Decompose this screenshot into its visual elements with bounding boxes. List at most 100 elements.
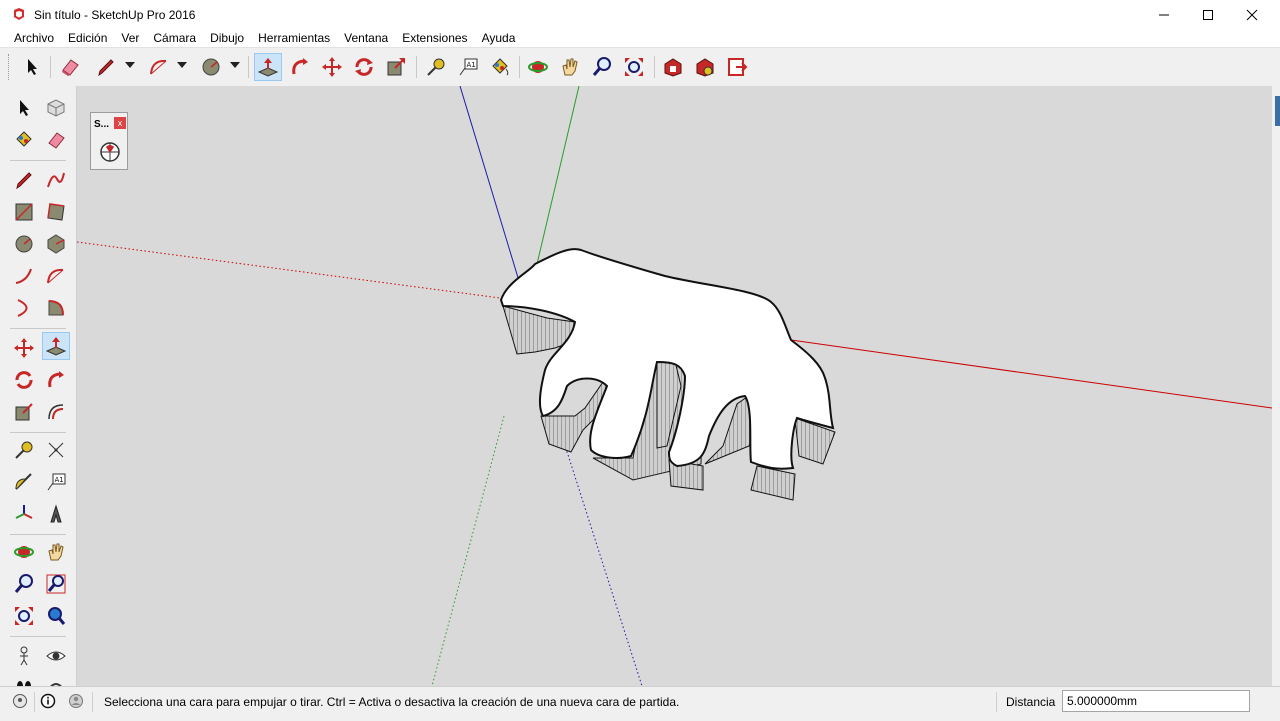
menu-camara[interactable]: Cámara xyxy=(153,31,196,45)
geo-location-status-icon[interactable] xyxy=(12,693,28,709)
rotated-rectangle-tool-button[interactable] xyxy=(42,198,70,226)
panel-tab xyxy=(1275,96,1280,126)
arc-tool-button[interactable] xyxy=(10,262,38,290)
two-point-arc-tool-button[interactable] xyxy=(42,262,70,290)
pie-icon xyxy=(48,300,64,316)
select-tool-button[interactable] xyxy=(10,94,38,122)
info-icon[interactable] xyxy=(40,693,56,709)
user-account-icon[interactable] xyxy=(68,693,84,709)
push-pull-tool-button[interactable] xyxy=(254,53,282,81)
floating-toolbar-close-button[interactable]: x xyxy=(114,117,126,129)
minimize-button[interactable] xyxy=(1142,0,1186,30)
look-around-tool-button[interactable] xyxy=(42,642,70,670)
drawing-viewport[interactable] xyxy=(77,86,1272,686)
select-tool-button[interactable] xyxy=(18,53,46,81)
circle-tool-button[interactable] xyxy=(197,53,225,81)
orbit-icon xyxy=(14,546,34,558)
floating-toolbar-window[interactable]: S... x xyxy=(90,112,128,170)
3d-text-tool-button[interactable] xyxy=(42,500,70,528)
zoom-extents-tool-button[interactable] xyxy=(10,602,38,630)
zoom-tool-button[interactable] xyxy=(10,570,38,598)
arc-tool-button[interactable] xyxy=(145,53,173,81)
dimension-tool-button[interactable] xyxy=(42,436,70,464)
menu-archivo[interactable]: Archivo xyxy=(14,31,54,45)
red-axis-solid xyxy=(776,337,1272,409)
menu-ayuda[interactable]: Ayuda xyxy=(482,31,516,45)
toolbar-grip[interactable] xyxy=(8,54,11,80)
text-tool-button[interactable]: A1 xyxy=(42,468,70,496)
paint-bucket-icon xyxy=(492,58,509,76)
rotate-tool-button[interactable] xyxy=(350,53,378,81)
eraser-tool-button[interactable] xyxy=(42,126,70,154)
offset-tool-button[interactable] xyxy=(42,398,70,426)
rotate-icon xyxy=(355,58,373,76)
axes-tool-button[interactable] xyxy=(10,500,38,528)
scale-tool-button[interactable] xyxy=(382,53,410,81)
three-point-arc-tool-button[interactable] xyxy=(10,294,38,322)
position-camera-tool-button[interactable] xyxy=(10,642,38,670)
paint-bucket-tool-button[interactable] xyxy=(10,126,38,154)
follow-me-icon xyxy=(48,371,64,388)
send-to-layout-button[interactable] xyxy=(723,53,751,81)
follow-me-tool-button[interactable] xyxy=(286,53,314,81)
extension-warehouse-button[interactable] xyxy=(691,53,719,81)
status-separator xyxy=(34,692,35,712)
polygon-icon xyxy=(47,234,65,254)
eraser-tool-button[interactable] xyxy=(56,53,84,81)
follow-me-tool-button[interactable] xyxy=(42,366,70,394)
warehouse-button[interactable] xyxy=(659,53,687,81)
paint-bucket-tool-button[interactable] xyxy=(486,53,514,81)
polygon-tool-button[interactable] xyxy=(42,230,70,258)
circle-dropdown-arrow[interactable] xyxy=(230,62,240,68)
menu-ventana[interactable]: Ventana xyxy=(344,31,388,45)
rotate-tool-button[interactable] xyxy=(10,366,38,394)
tape-measure-tool-button[interactable] xyxy=(422,53,450,81)
status-message: Selecciona una cara para empujar o tirar… xyxy=(104,695,680,709)
protractor-tool-button[interactable] xyxy=(10,468,38,496)
zoom-window-tool-button[interactable] xyxy=(42,570,70,598)
text-tool-button[interactable]: A1 xyxy=(454,53,482,81)
menu-dibujo[interactable]: Dibujo xyxy=(210,31,244,45)
orbit-tool-button[interactable] xyxy=(10,538,38,566)
make-component-button[interactable] xyxy=(42,94,70,122)
tape-measure-tool-button[interactable] xyxy=(10,436,38,464)
scale-tool-button[interactable] xyxy=(10,398,38,426)
close-button[interactable] xyxy=(1230,0,1274,30)
pan-tool-button[interactable] xyxy=(42,538,70,566)
pan-tool-button[interactable] xyxy=(556,53,584,81)
zoom-icon xyxy=(592,57,611,76)
move-tool-button[interactable] xyxy=(318,53,346,81)
maximize-button[interactable] xyxy=(1186,0,1230,30)
follow-me-icon xyxy=(292,58,308,75)
pie-tool-button[interactable] xyxy=(42,294,70,322)
zoom-tool-button[interactable] xyxy=(588,53,616,81)
toolbar-separator xyxy=(10,432,66,433)
arc-dropdown-arrow[interactable] xyxy=(177,62,187,68)
pencil-tool-button[interactable] xyxy=(92,53,120,81)
freehand-icon xyxy=(47,172,65,188)
orbit-icon xyxy=(528,61,548,73)
menu-herramientas[interactable]: Herramientas xyxy=(258,31,330,45)
menu-edicion[interactable]: Edición xyxy=(68,31,107,45)
pencil-icon xyxy=(16,172,32,190)
pencil-dropdown-arrow[interactable] xyxy=(125,62,135,68)
scale-icon xyxy=(15,403,33,421)
previous-view-tool-button[interactable] xyxy=(42,602,70,630)
circle-tool-button[interactable] xyxy=(10,230,38,258)
select-icon xyxy=(20,100,29,116)
measurements-input[interactable] xyxy=(1062,690,1250,712)
rectangle-tool-button[interactable] xyxy=(10,198,38,226)
move-tool-button[interactable] xyxy=(10,334,38,362)
menu-ver[interactable]: Ver xyxy=(121,31,139,45)
model-canvas[interactable] xyxy=(77,86,1272,686)
geo-location-icon[interactable] xyxy=(99,141,121,163)
line-tool-button[interactable] xyxy=(10,166,38,194)
push-pull-tool-button[interactable] xyxy=(42,332,70,360)
zoom-extents-tool-button[interactable] xyxy=(620,53,648,81)
orbit-tool-button[interactable] xyxy=(524,53,552,81)
3d-text-icon xyxy=(50,504,62,523)
protractor-icon xyxy=(15,473,32,490)
freehand-tool-button[interactable] xyxy=(42,166,70,194)
menu-extensiones[interactable]: Extensiones xyxy=(402,31,467,45)
toolbar-separator xyxy=(10,328,66,329)
